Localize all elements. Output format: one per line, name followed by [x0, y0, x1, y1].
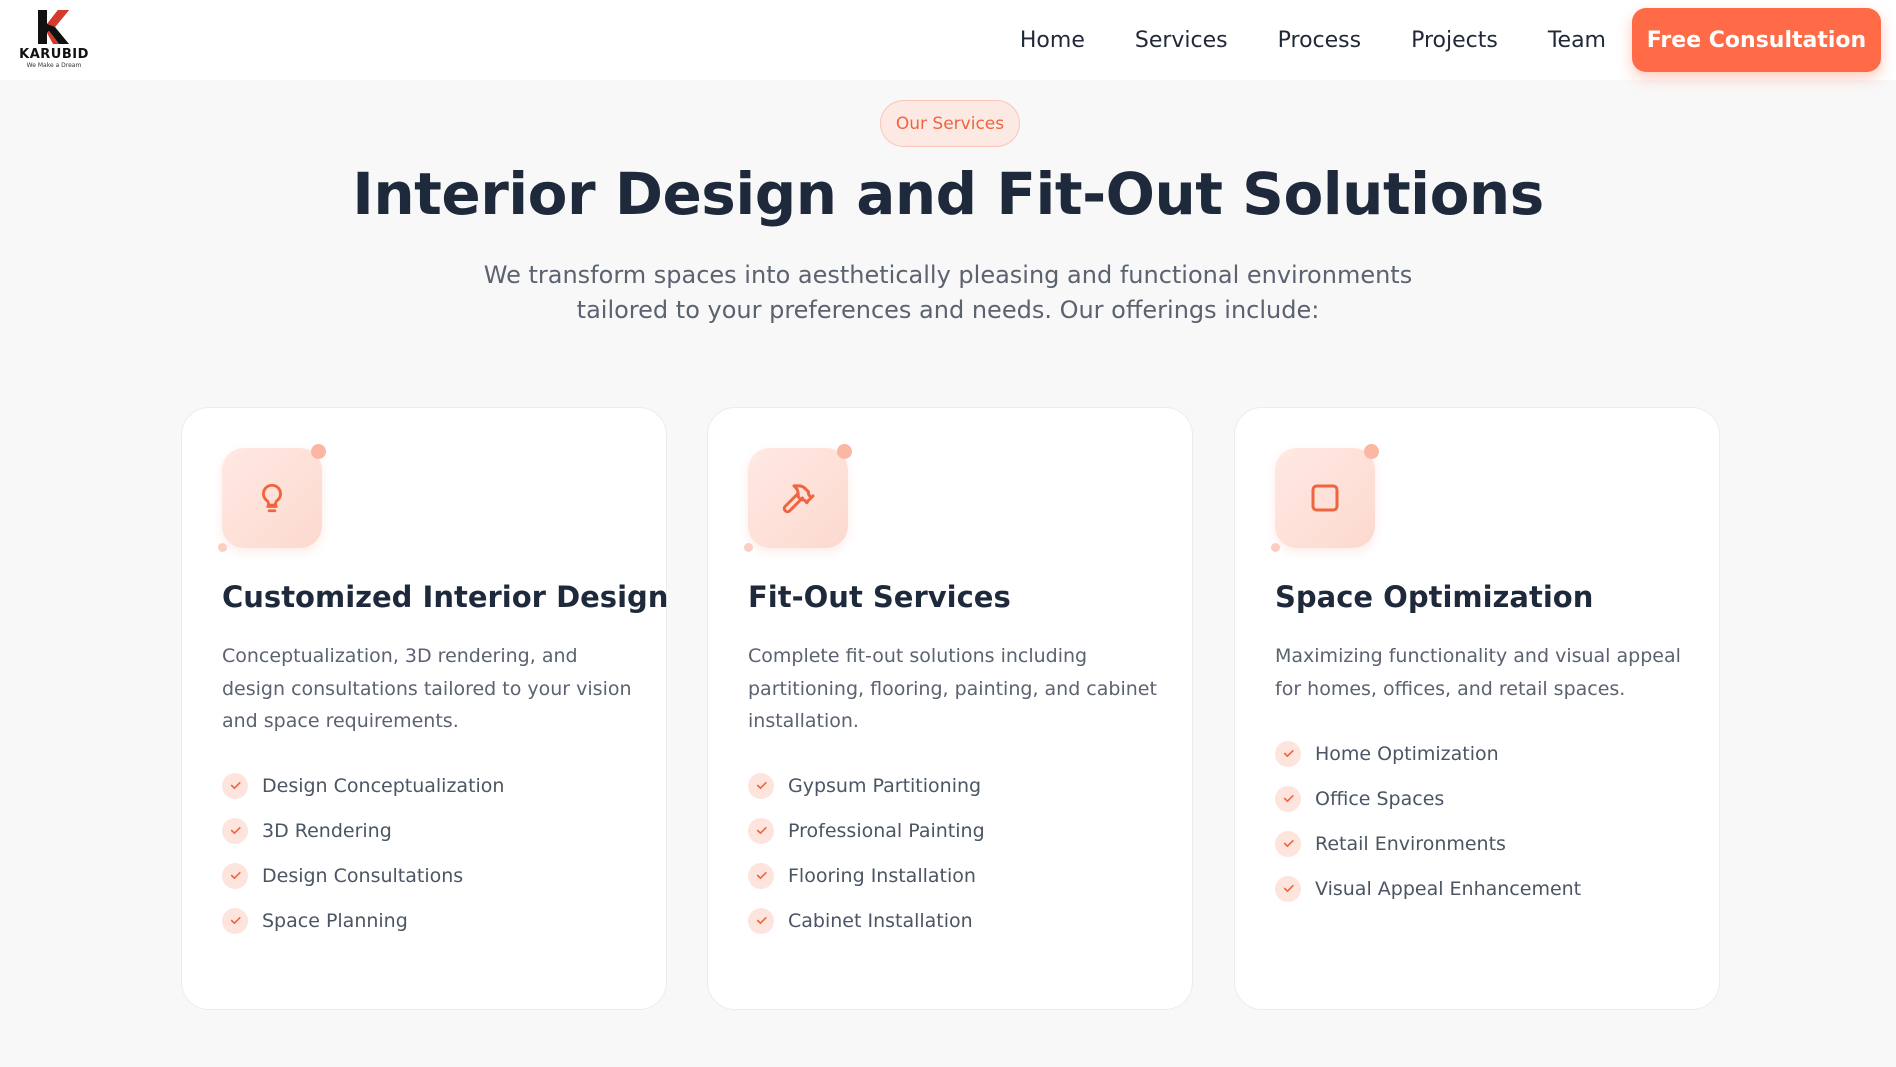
brand-name: KARUBID — [19, 47, 89, 62]
list-item: Cabinet Installation — [748, 898, 1168, 943]
section-title: Interior Design and Fit-Out Solutions — [352, 160, 1544, 228]
nav-services[interactable]: Services — [1135, 28, 1228, 53]
card-description: Complete fit-out solutions including par… — [748, 645, 1157, 732]
decor-dot — [1364, 444, 1379, 459]
feature-list: Gypsum Partitioning Professional Paintin… — [748, 763, 1168, 943]
check-icon — [748, 907, 774, 934]
check-icon — [748, 817, 774, 844]
card-icon-box — [1275, 448, 1375, 548]
nav-home[interactable]: Home — [1020, 28, 1085, 53]
site-header: KARUBID We Make a Dream Home Services Pr… — [0, 0, 1896, 80]
brand-tagline: We Make a Dream — [26, 62, 82, 69]
list-item: Gypsum Partitioning — [748, 763, 1168, 808]
card-icon-box — [748, 448, 848, 548]
free-consultation-button[interactable]: Free Consultation — [1632, 8, 1881, 72]
feature-label: Visual Appeal Enhancement — [1315, 877, 1582, 900]
list-item: Office Spaces — [1275, 776, 1695, 821]
hammer-icon — [782, 484, 815, 514]
decor-dot — [837, 444, 852, 459]
check-icon — [1275, 740, 1301, 767]
list-item: Design Conceptualization — [222, 763, 642, 808]
service-card-fit-out: Fit-Out Services Complete fit-out soluti… — [707, 407, 1193, 1010]
card-icon-box — [222, 448, 322, 548]
decor-dot — [1271, 543, 1280, 552]
check-icon — [748, 772, 774, 799]
section-subtitle: We transform spaces into aesthetically p… — [483, 261, 1413, 324]
check-icon — [1275, 830, 1301, 857]
list-item: 3D Rendering — [222, 808, 642, 853]
card-title: Space Optimization — [1275, 580, 1594, 614]
list-item: Visual Appeal Enhancement — [1275, 866, 1695, 911]
check-icon — [222, 907, 248, 934]
list-item: Retail Environments — [1275, 821, 1695, 866]
check-icon — [1275, 785, 1301, 812]
feature-label: Office Spaces — [1315, 787, 1445, 810]
decor-dot — [744, 543, 753, 552]
lightbulb-icon — [262, 483, 282, 513]
feature-label: Design Consultations — [262, 864, 464, 887]
service-card-interior-design: Customized Interior Design Conceptualiza… — [181, 407, 669, 1010]
card-description: Conceptualization, 3D rendering, and des… — [222, 645, 632, 732]
nav-process[interactable]: Process — [1278, 28, 1361, 53]
check-icon — [222, 772, 248, 799]
feature-label: Design Conceptualization — [262, 774, 505, 797]
feature-label: Flooring Installation — [788, 864, 976, 887]
list-item: Flooring Installation — [748, 853, 1168, 898]
feature-label: Retail Environments — [1315, 832, 1506, 855]
card-title: Fit-Out Services — [748, 580, 1011, 614]
check-icon — [222, 862, 248, 889]
card-description: Maximizing functionality and visual appe… — [1275, 645, 1681, 700]
logo-k-icon — [38, 10, 69, 44]
square-icon — [1311, 484, 1339, 512]
list-item: Home Optimization — [1275, 731, 1695, 776]
feature-label: Cabinet Installation — [788, 909, 973, 932]
feature-label: Home Optimization — [1315, 742, 1499, 765]
section-badge: Our Services — [880, 100, 1020, 147]
brand-logo[interactable]: KARUBID We Make a Dream — [18, 8, 90, 72]
feature-label: Professional Painting — [788, 819, 985, 842]
decor-dot — [218, 543, 227, 552]
service-card-space-optimization: Space Optimization Maximizing functional… — [1234, 407, 1720, 1010]
feature-label: Space Planning — [262, 909, 408, 932]
card-title: Customized Interior Design — [222, 580, 669, 614]
list-item: Professional Painting — [748, 808, 1168, 853]
check-icon — [1275, 875, 1301, 902]
nav-team[interactable]: Team — [1548, 28, 1606, 53]
feature-list: Home Optimization Office Spaces Retail E… — [1275, 731, 1695, 911]
check-icon — [748, 862, 774, 889]
main-nav: Home Services Process Projects Team — [970, 0, 1606, 80]
feature-label: Gypsum Partitioning — [788, 774, 982, 797]
feature-list: Design Conceptualization 3D Rendering De… — [222, 763, 642, 943]
decor-dot — [311, 444, 326, 459]
nav-projects[interactable]: Projects — [1411, 28, 1498, 53]
feature-label: 3D Rendering — [262, 819, 392, 842]
list-item: Space Planning — [222, 898, 642, 943]
list-item: Design Consultations — [222, 853, 642, 898]
check-icon — [222, 817, 248, 844]
